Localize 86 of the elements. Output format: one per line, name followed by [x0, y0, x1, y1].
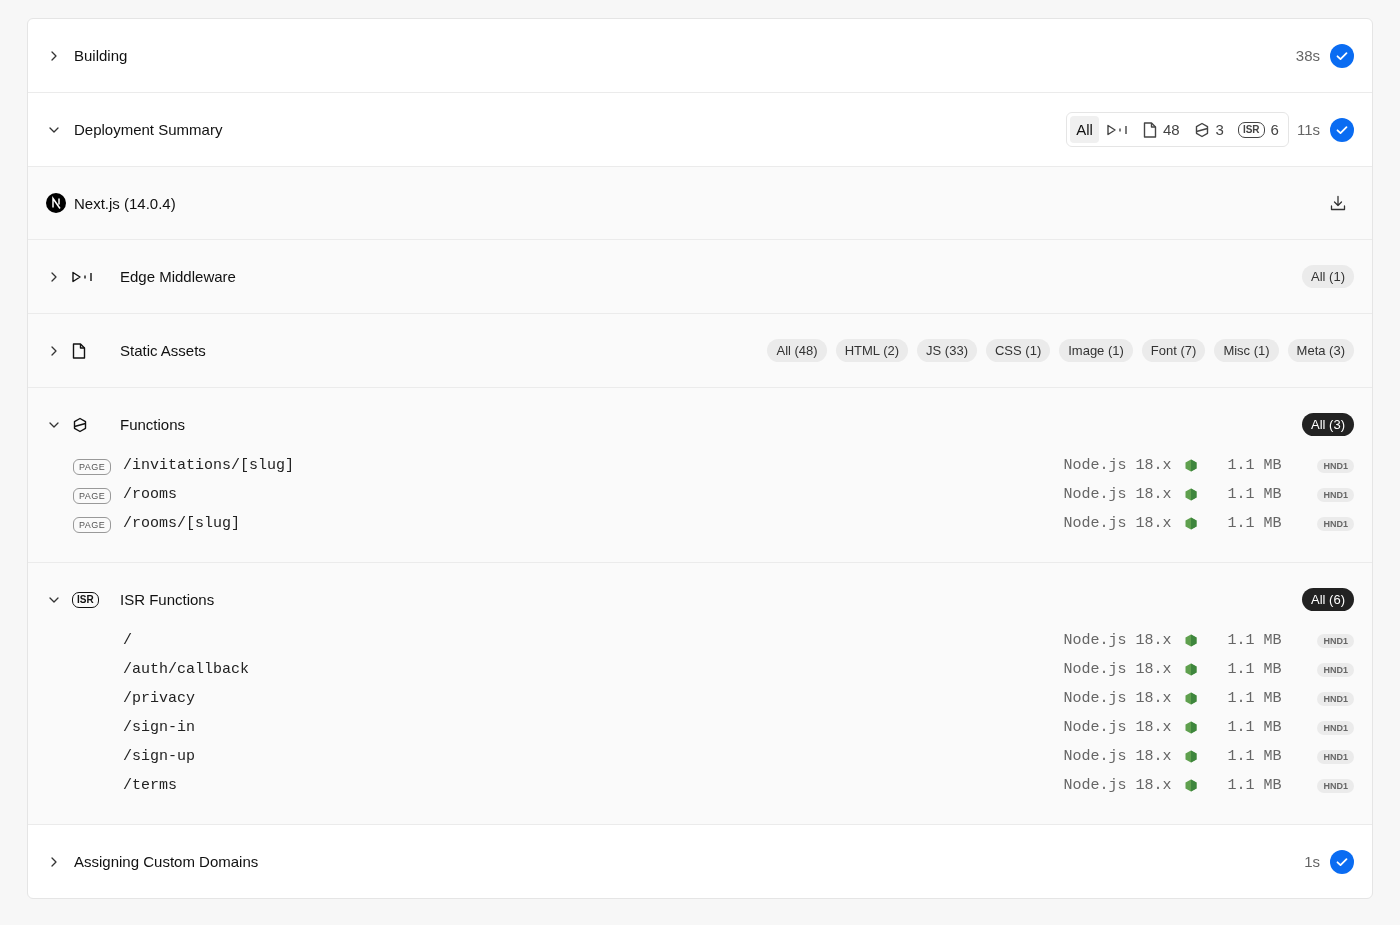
function-size: 1.1 MB	[1227, 515, 1282, 532]
region-tag: HND1	[1317, 633, 1354, 648]
page-badge: PAGE	[73, 459, 112, 475]
route-path: /sign-up	[123, 748, 195, 765]
runtime: Node.js 18.x	[1063, 457, 1172, 474]
step-title: Deployment Summary	[74, 121, 223, 138]
file-icon	[72, 342, 86, 359]
page-badge: PAGE	[73, 517, 112, 533]
function-size: 1.1 MB	[1227, 457, 1282, 474]
runtime: Node.js 18.x	[1063, 777, 1172, 794]
filter-button[interactable]: 3	[1187, 116, 1230, 143]
route-path: /sign-in	[123, 719, 195, 736]
filter-chip[interactable]: All (6)	[1302, 588, 1354, 611]
function-size: 1.1 MB	[1227, 632, 1282, 649]
filter-chip[interactable]: Font (7)	[1141, 339, 1206, 362]
filter-chip[interactable]: CSS (1)	[986, 339, 1051, 362]
runtime: Node.js 18.x	[1063, 515, 1172, 532]
filter-chip[interactable]: Meta (3)	[1287, 339, 1354, 362]
function-size: 1.1 MB	[1227, 719, 1282, 736]
node-hexagon-icon	[1185, 779, 1198, 792]
runtime: Node.js 18.x	[1063, 486, 1172, 503]
section-title: Static Assets	[120, 342, 206, 359]
duration: 1s	[1304, 853, 1320, 870]
runtime: Node.js 18.x	[1063, 719, 1172, 736]
function-size: 1.1 MB	[1227, 661, 1282, 678]
duration: 38s	[1295, 47, 1320, 64]
route-path: /auth/callback	[123, 661, 250, 678]
route-path: /rooms/[slug]	[123, 515, 241, 532]
filter-chip[interactable]: HTML (2)	[835, 339, 909, 362]
region-tag: HND1	[1317, 662, 1354, 677]
route-path: /invitations/[slug]	[123, 457, 295, 474]
node-hexagon-icon	[1185, 634, 1198, 647]
filter-chip[interactable]: Image (1)	[1059, 339, 1133, 362]
filter-all-button[interactable]: All	[1070, 116, 1099, 143]
node-hexagon-icon	[1185, 517, 1198, 530]
step-title: Building	[74, 47, 128, 64]
node-hexagon-icon	[1185, 488, 1198, 501]
section-title: ISR Functions	[120, 591, 215, 608]
node-hexagon-icon	[1185, 750, 1198, 763]
function-size: 1.1 MB	[1227, 748, 1282, 765]
function-size: 1.1 MB	[1227, 690, 1282, 707]
route-path: /	[123, 632, 132, 649]
node-hexagon-icon	[1185, 721, 1198, 734]
filter-chip[interactable]: All (1)	[1302, 265, 1354, 288]
functions-icon	[72, 416, 88, 433]
runtime: Node.js 18.x	[1063, 661, 1172, 678]
filter-chip[interactable]: Misc (1)	[1214, 339, 1279, 362]
duration: 11s	[1296, 121, 1320, 138]
section-title: Functions	[120, 416, 186, 433]
page-badge: PAGE	[73, 488, 112, 504]
edge-icon	[72, 270, 94, 283]
filter-button[interactable]: ISR 6	[1231, 116, 1285, 143]
step-title: Assigning Custom Domains	[74, 853, 259, 870]
filter-chip[interactable]: All (3)	[1302, 413, 1354, 436]
runtime: Node.js 18.x	[1063, 632, 1172, 649]
isr-badge: ISR	[1237, 121, 1265, 138]
function-size: 1.1 MB	[1227, 777, 1282, 794]
runtime: Node.js 18.x	[1063, 748, 1172, 765]
filter-chip[interactable]: JS (33)	[917, 339, 977, 362]
region-tag: HND1	[1317, 458, 1354, 473]
route-path: /terms	[123, 777, 177, 794]
file-icon	[1142, 121, 1157, 138]
filter-chip[interactable]: All (48)	[767, 339, 827, 362]
region-tag: HND1	[1317, 691, 1354, 706]
isr-badge: ISR	[72, 591, 99, 608]
function-size: 1.1 MB	[1227, 486, 1282, 503]
region-tag: HND1	[1317, 778, 1354, 793]
functions-icon	[1193, 121, 1210, 138]
route-path: /privacy	[123, 690, 195, 707]
route-path: /rooms	[123, 486, 177, 503]
framework-name: Next.js (14.0.4)	[74, 194, 176, 212]
region-tag: HND1	[1317, 749, 1354, 764]
runtime: Node.js 18.x	[1063, 690, 1172, 707]
step-header[interactable]: Assigning Custom Domains 1s	[28, 825, 1372, 898]
node-hexagon-icon	[1185, 459, 1198, 472]
region-tag: HND1	[1317, 487, 1354, 502]
step-header[interactable]: Building 38s	[28, 19, 1372, 93]
section-title: Edge Middleware	[120, 268, 236, 285]
framework-logo-icon	[46, 193, 66, 213]
download-icon[interactable]	[1330, 195, 1346, 211]
filter-button[interactable]: 48	[1136, 116, 1186, 143]
node-hexagon-icon	[1185, 692, 1198, 705]
region-tag: HND1	[1317, 516, 1354, 531]
node-hexagon-icon	[1185, 663, 1198, 676]
region-tag: HND1	[1317, 720, 1354, 735]
edge-icon	[1106, 123, 1129, 136]
